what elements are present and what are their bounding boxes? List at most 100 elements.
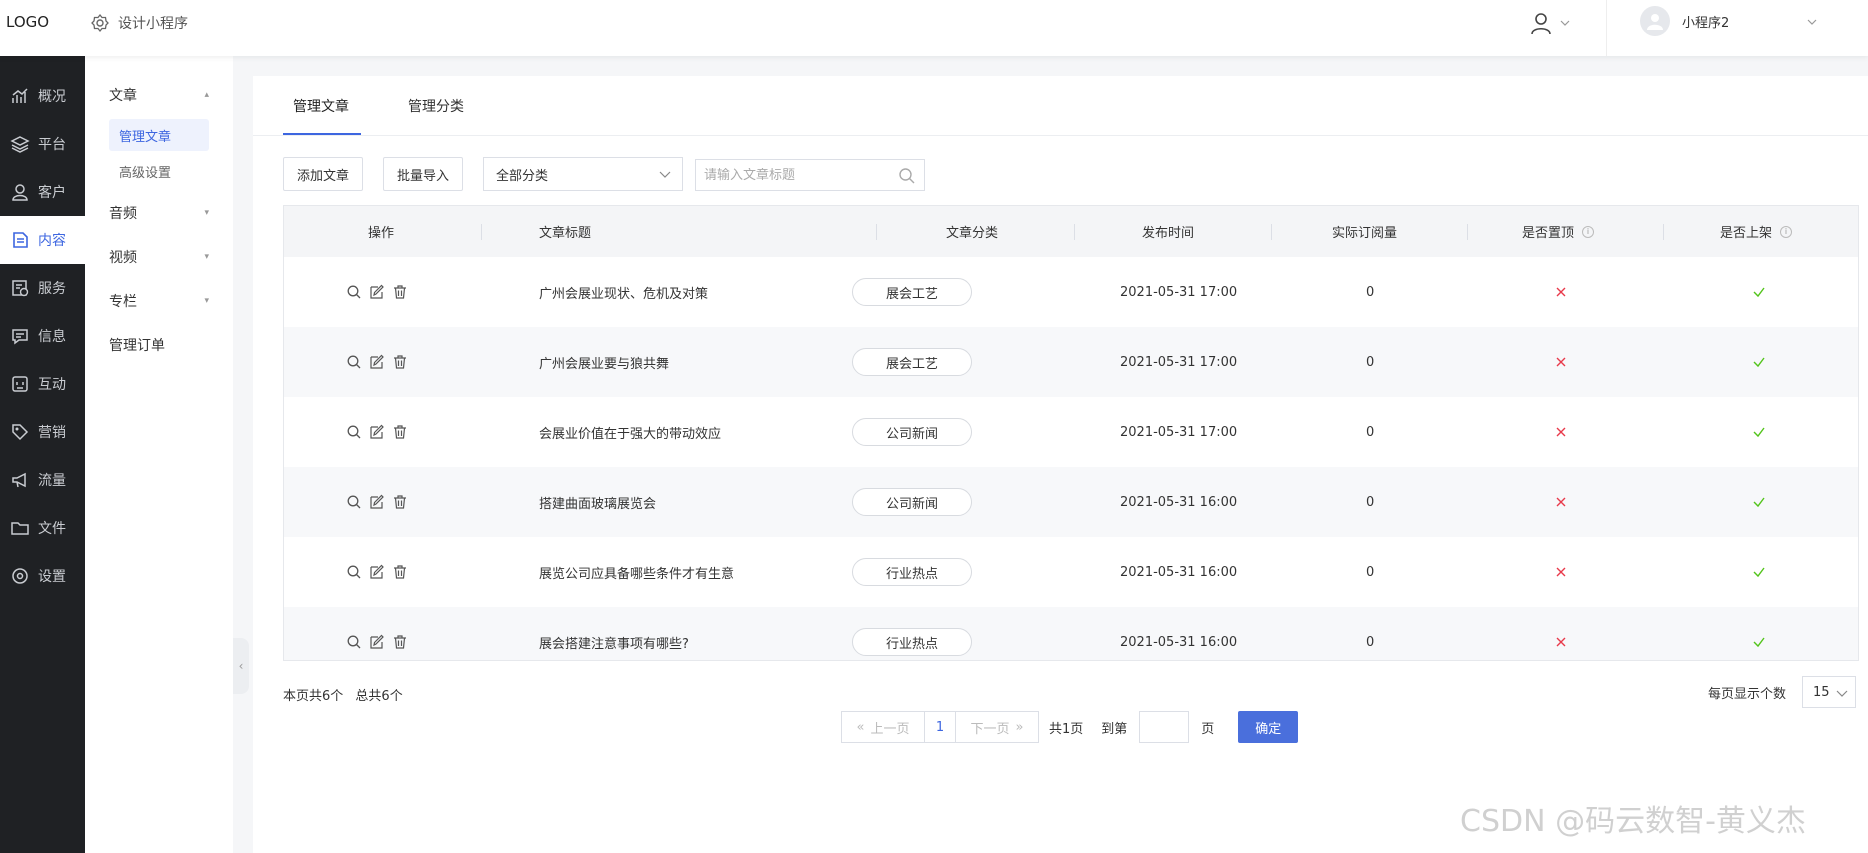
sidebar-item-interact[interactable]: 互动: [0, 360, 85, 408]
edit-icon[interactable]: [369, 424, 385, 440]
account-name: 小程序2: [1682, 15, 1730, 31]
info-icon[interactable]: i: [1582, 225, 1595, 238]
tab-bar: 管理文章 管理分类: [253, 76, 1868, 136]
subnav-item-manage-article[interactable]: 管理文章: [109, 119, 209, 151]
page-number-1[interactable]: 1: [925, 711, 955, 743]
sidebar-item-label: 设置: [38, 569, 66, 585]
delete-icon[interactable]: [392, 284, 408, 300]
pinned-status: [1555, 537, 1567, 607]
table-row: 会展业价值在于强大的带动效应 公司新闻 2021-05-31 17:00 0: [284, 397, 1858, 467]
per-page-select[interactable]: 15: [1802, 676, 1857, 708]
table-row: 广州会展业要与狼共舞 展会工艺 2021-05-31 17:00 0: [284, 327, 1858, 397]
column-header-title: 文章标题: [539, 226, 592, 241]
cross-icon: [1556, 567, 1566, 577]
subnav-item-manage-orders[interactable]: 管理订单: [85, 323, 233, 367]
table-row: 搭建曲面玻璃展览会 公司新闻 2021-05-31 16:00 0: [284, 467, 1858, 537]
user-menu[interactable]: [1528, 10, 1572, 36]
subscription-count: 0: [1366, 354, 1375, 370]
column-header-pinned: 是否置顶 i: [1522, 206, 1595, 257]
double-chevron-left-icon: «: [856, 719, 865, 735]
megaphone-icon: [12, 472, 26, 488]
search-input[interactable]: [696, 167, 886, 183]
delete-icon[interactable]: [392, 354, 408, 370]
edit-icon[interactable]: [369, 494, 385, 510]
row-actions: [346, 537, 408, 607]
subnav-group-label: 专栏: [109, 294, 137, 310]
pinned-status: [1555, 257, 1567, 327]
category-tag: 展会工艺: [852, 348, 972, 376]
tab-manage-article[interactable]: 管理文章: [293, 96, 349, 116]
view-icon[interactable]: [346, 494, 362, 510]
sidebar-item-files[interactable]: 文件: [0, 504, 85, 552]
next-page-button[interactable]: 下一页 »: [955, 711, 1039, 743]
sidebar-item-overview[interactable]: 概况: [0, 72, 85, 120]
per-page-control: 每页显示个数 15: [1708, 676, 1857, 708]
sidebar-item-message[interactable]: 信息: [0, 312, 85, 360]
sidebar-item-service[interactable]: 服务: [0, 264, 85, 312]
column-header-actions: 操作: [368, 226, 395, 241]
edit-icon[interactable]: [369, 284, 385, 300]
subnav-group-label: 文章: [109, 88, 137, 104]
info-icon[interactable]: i: [1780, 225, 1793, 238]
sidebar-item-traffic[interactable]: 流量: [0, 456, 85, 504]
table-row: 展览公司应具备哪些条件才有生意 行业热点 2021-05-31 16:00 0: [284, 537, 1858, 607]
account-switcher[interactable]: 小程序2: [1640, 6, 1817, 36]
category-select[interactable]: 全部分类: [483, 157, 683, 191]
category-tag: 展会工艺: [852, 278, 972, 306]
sidebar-item-content[interactable]: 内容: [0, 216, 85, 264]
view-icon[interactable]: [346, 634, 362, 650]
subscription-count: 0: [1366, 424, 1375, 440]
category-tag: 公司新闻: [852, 488, 972, 516]
search-box: [695, 159, 925, 191]
batch-import-button[interactable]: 批量导入: [383, 157, 463, 191]
subnav-group-article[interactable]: 文章 ▴: [85, 73, 233, 117]
goto-page-input[interactable]: [1139, 711, 1190, 743]
delete-icon[interactable]: [392, 494, 408, 510]
sidebar-item-customer[interactable]: 客户: [0, 168, 85, 216]
publish-time: 2021-05-31 16:00: [1120, 634, 1238, 650]
delete-icon[interactable]: [392, 634, 408, 650]
subnav-group-video[interactable]: 视频 ▾: [85, 235, 233, 279]
delete-icon[interactable]: [392, 424, 408, 440]
search-icon[interactable]: [898, 167, 916, 185]
listed-status: [1752, 537, 1766, 607]
listed-status: [1752, 257, 1766, 327]
chevron-down-icon: [1560, 20, 1570, 26]
confirm-goto-button[interactable]: 确定: [1238, 711, 1299, 743]
row-actions: [346, 607, 408, 660]
category-cell: 展会工艺: [852, 257, 972, 327]
subnav-group-label: 视频: [109, 250, 137, 266]
sidebar-item-marketing[interactable]: 营销: [0, 408, 85, 456]
tab-active-indicator: [283, 133, 361, 135]
tab-manage-category[interactable]: 管理分类: [408, 96, 464, 116]
main-sidebar: 概况 平台 客户 内容 服务 信息 互动 营销 流量 文件 设置: [0, 56, 85, 853]
table-header: 操作 文章标题 文章分类 发布时间 实际订阅量 是否置顶 i 是否上架 i: [284, 206, 1858, 257]
subnav-group-column[interactable]: 专栏 ▾: [85, 279, 233, 323]
sidebar-item-label: 互动: [38, 377, 66, 393]
subnav-item-advanced-settings[interactable]: 高级设置: [109, 155, 209, 187]
delete-icon[interactable]: [392, 564, 408, 580]
cross-icon: [1556, 427, 1566, 437]
article-title: 展会搭建注意事项有哪些?: [539, 636, 689, 652]
prev-page-button[interactable]: « 上一页: [841, 711, 925, 743]
collapse-sidebar-handle[interactable]: ‹: [233, 638, 249, 694]
edit-icon[interactable]: [369, 354, 385, 370]
view-icon[interactable]: [346, 564, 362, 580]
column-divider: [1467, 224, 1468, 240]
design-label: 设计小程序: [118, 16, 188, 32]
add-article-button[interactable]: 添加文章: [283, 157, 363, 191]
view-icon[interactable]: [346, 354, 362, 370]
column-divider: [1271, 224, 1272, 240]
view-icon[interactable]: [346, 424, 362, 440]
sidebar-item-settings[interactable]: 设置: [0, 552, 85, 600]
edit-icon[interactable]: [369, 634, 385, 650]
sidebar-item-label: 文件: [38, 521, 66, 537]
settings-icon: [91, 13, 109, 33]
edit-icon[interactable]: [369, 564, 385, 580]
view-icon[interactable]: [346, 284, 362, 300]
subnav-group-audio[interactable]: 音频 ▾: [85, 191, 233, 235]
sidebar-item-platform[interactable]: 平台: [0, 120, 85, 168]
listed-status: [1752, 327, 1766, 397]
listed-status: [1752, 397, 1766, 467]
design-miniprogram-link[interactable]: 设计小程序: [90, 13, 188, 33]
